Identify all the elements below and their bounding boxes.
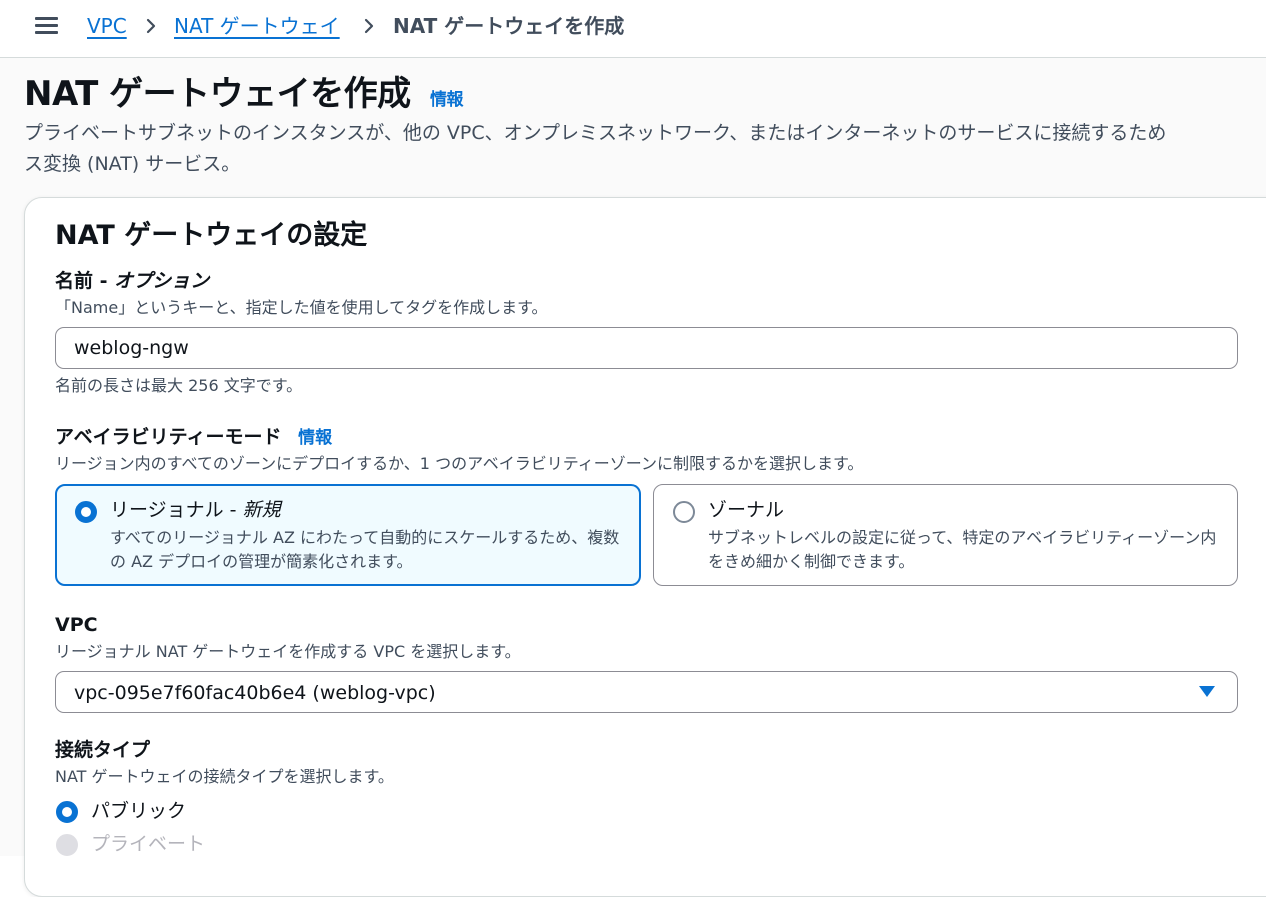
radio-selected-icon[interactable]	[75, 501, 97, 523]
availability-mode-label: アベイラビリティーモード 情報	[55, 424, 332, 451]
public-option-label: パブリック	[91, 800, 187, 822]
zonal-option-description: サブネットレベルの設定に従って、特定のアベイラビリティーゾーン内をきめ細かく制御…	[708, 528, 1217, 571]
name-constraint-text: 名前の長さは最大 256 文字です。	[55, 376, 303, 395]
name-label-optional: オプション	[114, 270, 210, 292]
connectivity-type-label: 接続タイプ	[55, 739, 151, 761]
vpc-select-value: vpc-095e7f60fac40b6e4 (weblog-vpc)	[74, 682, 436, 704]
breadcrumb-nat-gateway-link[interactable]: NAT ゲートウェイ	[174, 13, 340, 39]
regional-option-tile[interactable]: リージョナル - 新規 すべてのリージョナル AZ にわたって自動的にスケールす…	[55, 484, 641, 586]
page-title: NAT ゲートウェイを作成	[24, 74, 411, 114]
regional-option-description: すべてのリージョナル AZ にわたって自動的にスケールするため、複数の AZ デ…	[110, 528, 620, 571]
availability-mode-description: リージョン内のすべてのゾーンにデプロイするか、1 つのアベイラビリティーゾーンに…	[55, 454, 864, 473]
zonal-option-tile[interactable]: ゾーナル サブネットレベルの設定に従って、特定のアベイラビリティーゾーン内をきめ…	[653, 484, 1238, 586]
availability-info-link[interactable]: 情報	[298, 428, 332, 448]
page-header: NAT ゲートウェイを作成 情報	[24, 72, 464, 122]
connectivity-type-description: NAT ゲートウェイの接続タイプを選択します。	[55, 767, 394, 786]
radio-unselected-icon[interactable]	[673, 501, 695, 523]
regional-new-tag: 新規	[242, 499, 281, 521]
name-input[interactable]	[55, 327, 1238, 369]
name-field-label: 名前 - オプション	[55, 268, 209, 294]
radio-disabled-icon[interactable]	[56, 834, 78, 856]
breadcrumb-current: NAT ゲートウェイを作成	[393, 14, 625, 38]
vpc-field-label: VPC	[55, 614, 98, 636]
page-description-line-2: ス変換 (NAT) サービス。	[24, 153, 241, 175]
name-field-description: 「Name」というキーと、指定した値を使用してタグを作成します。	[55, 298, 548, 317]
name-label-main: 名前 -	[55, 270, 115, 292]
regional-option-title: リージョナル - 新規	[110, 497, 281, 523]
vpc-field-description: リージョナル NAT ゲートウェイを作成する VPC を選択します。	[55, 642, 521, 661]
availability-mode-label-text: アベイラビリティーモード	[55, 426, 282, 448]
chevron-right-icon	[146, 18, 156, 34]
radio-selected-icon[interactable]	[56, 801, 78, 823]
hamburger-menu-icon[interactable]	[35, 15, 59, 35]
vpc-select[interactable]: vpc-095e7f60fac40b6e4 (weblog-vpc)	[55, 671, 1238, 713]
page-info-link[interactable]: 情報	[430, 90, 464, 110]
top-navigation-bar: VPC NAT ゲートウェイ NAT ゲートウェイを作成	[0, 0, 1266, 58]
zonal-option-title: ゾーナル	[708, 499, 785, 521]
private-option-label: プライベート	[91, 833, 206, 855]
page-description-line-1: プライベートサブネットのインスタンスが、他の VPC、オンプレミスネットワーク、…	[24, 122, 1167, 144]
section-title: NAT ゲートウェイの設定	[55, 220, 368, 251]
caret-down-icon	[1199, 686, 1215, 697]
chevron-right-icon	[364, 18, 374, 34]
breadcrumb-vpc-link[interactable]: VPC	[87, 13, 127, 39]
regional-title-main: リージョナル -	[110, 499, 243, 521]
page-description: プライベートサブネットのインスタンスが、他の VPC、オンプレミスネットワーク、…	[24, 118, 1264, 180]
